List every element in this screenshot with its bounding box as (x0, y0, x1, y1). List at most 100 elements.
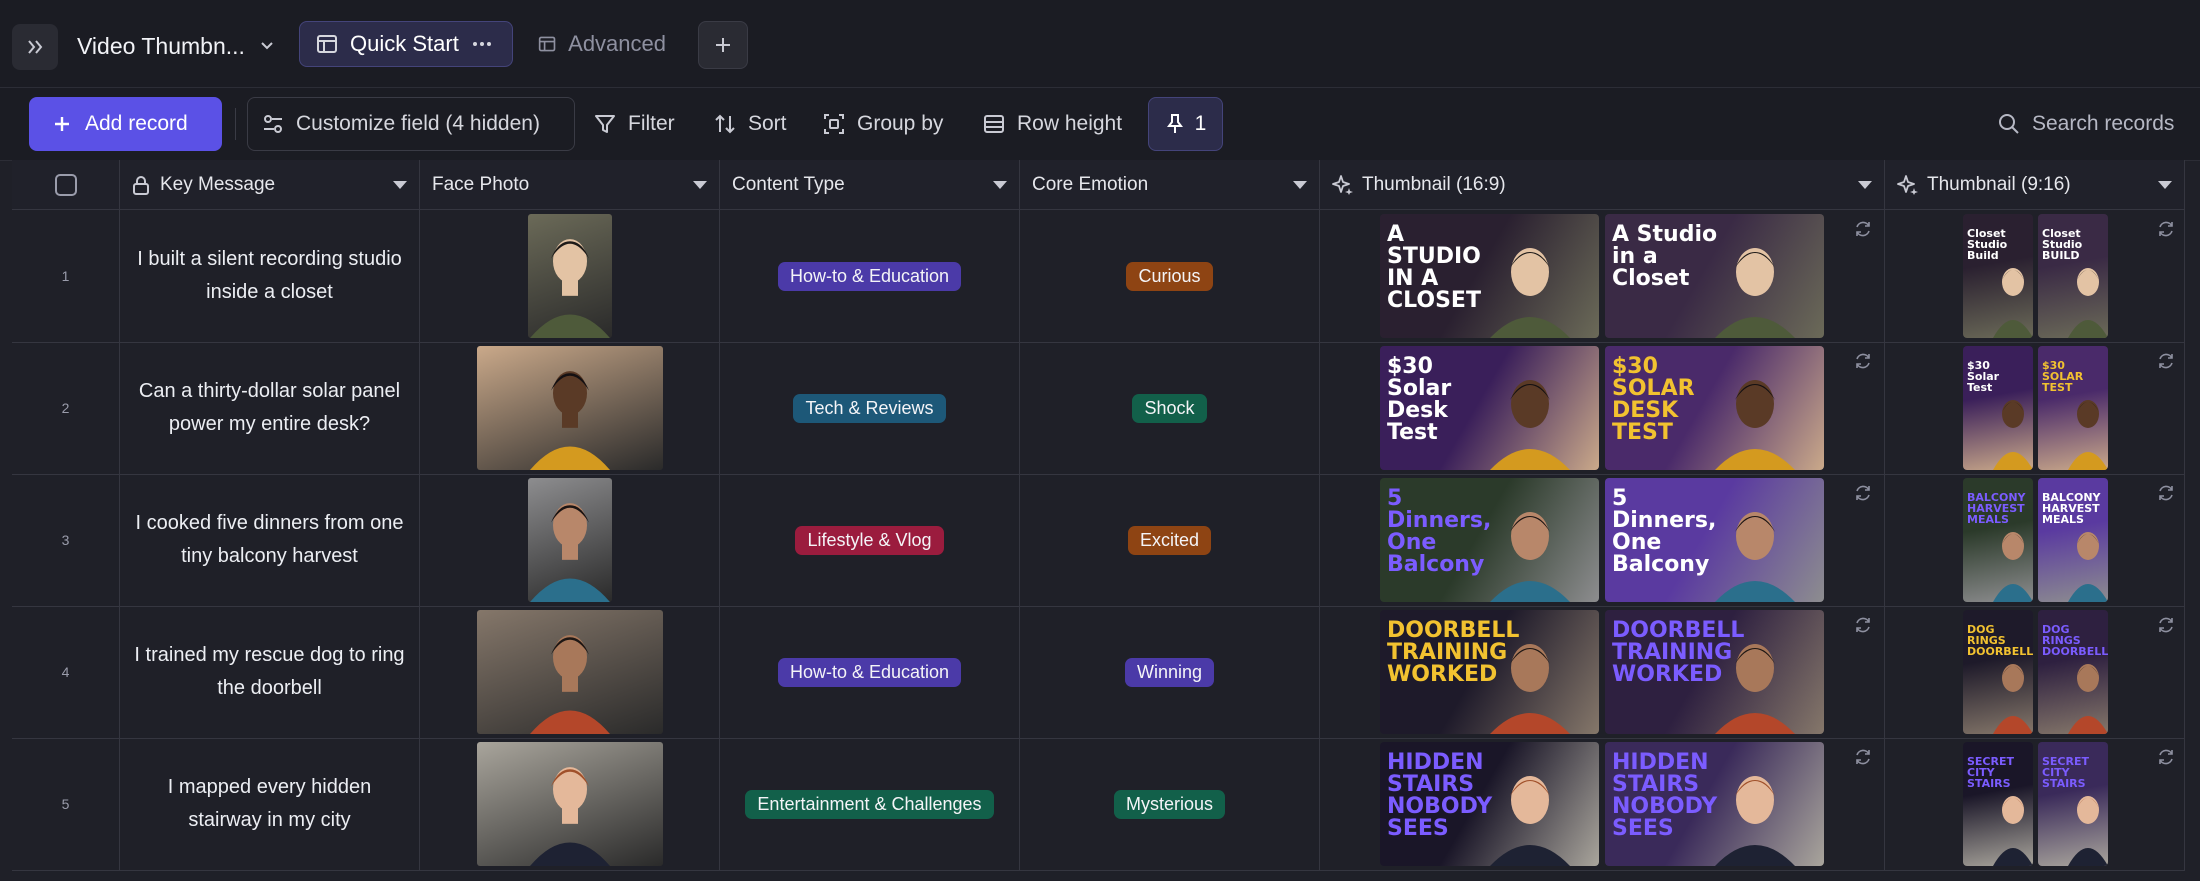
base-title-dropdown[interactable]: Video Thumbn... (77, 28, 275, 64)
thumbnail-9-16-cell[interactable]: DOG RINGS DOORBELL DOG RINGS DOORBELL (1885, 606, 2185, 738)
thumbnail-16-9-image[interactable]: $30 SOLAR DESK TEST (1605, 346, 1824, 470)
content-type-cell[interactable]: Entertainment & Challenges (720, 738, 1020, 870)
thumbnail-16-9-image[interactable]: DOORBELL TRAINING WORKED (1380, 610, 1599, 734)
thumbnail-9-16-cell[interactable]: Closet Studio Build Closet Studio BUILD (1885, 210, 2185, 342)
key-message-cell[interactable]: I cooked five dinners from one tiny balc… (120, 474, 420, 606)
face-photo-cell[interactable] (420, 474, 720, 606)
plus-icon (55, 117, 69, 131)
thumbnail-9-16-cell[interactable]: $30 Solar Test $30 SOLAR TEST (1885, 342, 2185, 474)
thumbnail-9-16-image[interactable]: Closet Studio BUILD (2038, 214, 2108, 338)
search-records[interactable]: Search records (1998, 97, 2174, 151)
thumbnail-9-16-image[interactable]: SECRET CITY STAIRS (2038, 742, 2108, 866)
thumbnail-16-9-cell[interactable]: HIDDEN STAIRS NOBODY SEES HIDDEN STAIRS … (1320, 738, 1885, 870)
face-photo-cell[interactable] (420, 606, 720, 738)
table-row[interactable]: 1 I built a silent recording studio insi… (12, 210, 2185, 343)
column-header-key-message[interactable]: Key Message (120, 160, 420, 210)
core-emotion-cell[interactable]: Winning (1020, 606, 1320, 738)
face-photo-cell[interactable] (420, 738, 720, 870)
column-menu-icon[interactable] (993, 181, 1007, 189)
column-menu-icon[interactable] (393, 181, 407, 189)
thumbnail-16-9-image[interactable]: A Studio in a Closet (1605, 214, 1824, 338)
regenerate-icon[interactable] (1854, 748, 1872, 766)
core-emotion-cell[interactable]: Curious (1020, 210, 1320, 342)
pinned-fields-button[interactable]: 1 (1148, 97, 1223, 151)
column-header-core-emotion[interactable]: Core Emotion (1020, 160, 1320, 210)
add-view-button[interactable] (698, 21, 748, 69)
add-record-button[interactable]: Add record (29, 97, 222, 151)
regenerate-icon[interactable] (1854, 352, 1872, 370)
content-type-cell[interactable]: How-to & Education (720, 606, 1020, 738)
key-message-cell[interactable]: I built a silent recording studio inside… (120, 210, 420, 342)
thumbnail-16-9-image[interactable]: DOORBELL TRAINING WORKED (1605, 610, 1824, 734)
thumbnail-16-9-image[interactable]: A STUDIO IN A CLOSET (1380, 214, 1599, 338)
face-photo-cell[interactable] (420, 210, 720, 342)
customize-field-button[interactable]: Customize field (4 hidden) (247, 97, 575, 151)
core-emotion-cell[interactable]: Excited (1020, 474, 1320, 606)
thumbnail-9-16-cell[interactable]: SECRET CITY STAIRS SECRET CITY STAIRS (1885, 738, 2185, 870)
regenerate-icon[interactable] (1854, 616, 1872, 634)
thumbnail-16-9-cell[interactable]: DOORBELL TRAINING WORKED DOORBELL TRAINI… (1320, 606, 1885, 738)
face-photo[interactable] (476, 742, 663, 866)
thumbnail-9-16-image[interactable]: BALCONY HARVEST MEALS (1963, 478, 2033, 602)
thumbnail-9-16-image[interactable]: DOG RINGS DOORBELL (2038, 610, 2108, 734)
thumbnail-9-16-image[interactable]: $30 SOLAR TEST (2038, 346, 2108, 470)
column-header-face-photo[interactable]: Face Photo (420, 160, 720, 210)
regenerate-icon[interactable] (1854, 220, 1872, 238)
tab-quick-start[interactable]: Quick Start (299, 21, 513, 67)
content-type-cell[interactable]: Tech & Reviews (720, 342, 1020, 474)
regenerate-icon[interactable] (2157, 484, 2175, 502)
column-header-thumbnail-16-9[interactable]: Thumbnail (16:9) (1320, 160, 1885, 210)
face-photo-cell[interactable] (420, 342, 720, 474)
thumbnail-9-16-image[interactable]: BALCONY HARVEST MEALS (2038, 478, 2108, 602)
column-menu-icon[interactable] (1858, 181, 1872, 189)
table-row[interactable]: 4 I trained my rescue dog to ring the do… (12, 606, 2185, 739)
regenerate-icon[interactable] (2157, 352, 2175, 370)
more-icon[interactable] (471, 33, 493, 55)
thumbnail-16-9-image[interactable]: HIDDEN STAIRS NOBODY SEES (1380, 742, 1599, 866)
key-message-cell[interactable]: Can a thirty-dollar solar panel power my… (120, 342, 420, 474)
column-menu-icon[interactable] (1293, 181, 1307, 189)
thumbnail-9-16-image[interactable]: Closet Studio Build (1963, 214, 2033, 338)
regenerate-icon[interactable] (2157, 220, 2175, 238)
key-message-cell[interactable]: I mapped every hidden stairway in my cit… (120, 738, 420, 870)
tab-advanced[interactable]: Advanced (522, 21, 682, 67)
expand-sidebar-button[interactable] (12, 24, 58, 70)
thumbnail-16-9-image[interactable]: $30 Solar Desk Test (1380, 346, 1599, 470)
content-type-cell[interactable]: How-to & Education (720, 210, 1020, 342)
column-menu-icon[interactable] (693, 181, 707, 189)
key-message-cell[interactable]: I trained my rescue dog to ring the door… (120, 606, 420, 738)
row-height-button[interactable]: Row height (983, 97, 1122, 151)
thumbnail-9-16-image[interactable]: $30 Solar Test (1963, 346, 2033, 470)
thumbnail-16-9-image[interactable]: 5 Dinners, One Balcony (1380, 478, 1599, 602)
face-photo[interactable] (476, 346, 663, 470)
row-number: 3 (61, 532, 70, 548)
thumbnail-16-9-cell[interactable]: $30 Solar Desk Test $30 SOLAR DESK TEST (1320, 342, 1885, 474)
regenerate-icon[interactable] (2157, 748, 2175, 766)
regenerate-icon[interactable] (1854, 484, 1872, 502)
face-photo[interactable] (527, 478, 612, 602)
core-emotion-cell[interactable]: Shock (1020, 342, 1320, 474)
group-by-button[interactable]: Group by (823, 97, 943, 151)
thumbnail-16-9-image[interactable]: HIDDEN STAIRS NOBODY SEES (1605, 742, 1824, 866)
sort-button[interactable]: Sort (714, 97, 787, 151)
thumbnail-16-9-cell[interactable]: A STUDIO IN A CLOSET A Studio in a Close… (1320, 210, 1885, 342)
face-photo[interactable] (527, 214, 612, 338)
regenerate-icon[interactable] (2157, 616, 2175, 634)
face-photo[interactable] (476, 610, 663, 734)
column-header-content-type[interactable]: Content Type (720, 160, 1020, 210)
filter-button[interactable]: Filter (594, 97, 675, 151)
table-row[interactable]: 3 I cooked five dinners from one tiny ba… (12, 474, 2185, 607)
select-all-checkbox[interactable] (54, 173, 77, 196)
search-icon (1999, 114, 2019, 134)
core-emotion-cell[interactable]: Mysterious (1020, 738, 1320, 870)
column-header-thumbnail-9-16[interactable]: Thumbnail (9:16) (1885, 160, 2185, 210)
thumbnail-9-16-image[interactable]: SECRET CITY STAIRS (1963, 742, 2033, 866)
content-type-cell[interactable]: Lifestyle & Vlog (720, 474, 1020, 606)
column-menu-icon[interactable] (2158, 181, 2172, 189)
thumbnail-16-9-cell[interactable]: 5 Dinners, One Balcony 5 Dinners, One Ba… (1320, 474, 1885, 606)
thumbnail-9-16-image[interactable]: DOG RINGS DOORBELL (1963, 610, 2033, 734)
table-row[interactable]: 2 Can a thirty-dollar solar panel power … (12, 342, 2185, 475)
thumbnail-16-9-image[interactable]: 5 Dinners, One Balcony (1605, 478, 1824, 602)
table-row[interactable]: 5 I mapped every hidden stairway in my c… (12, 738, 2185, 871)
thumbnail-9-16-cell[interactable]: BALCONY HARVEST MEALS BALCONY HARVEST ME… (1885, 474, 2185, 606)
